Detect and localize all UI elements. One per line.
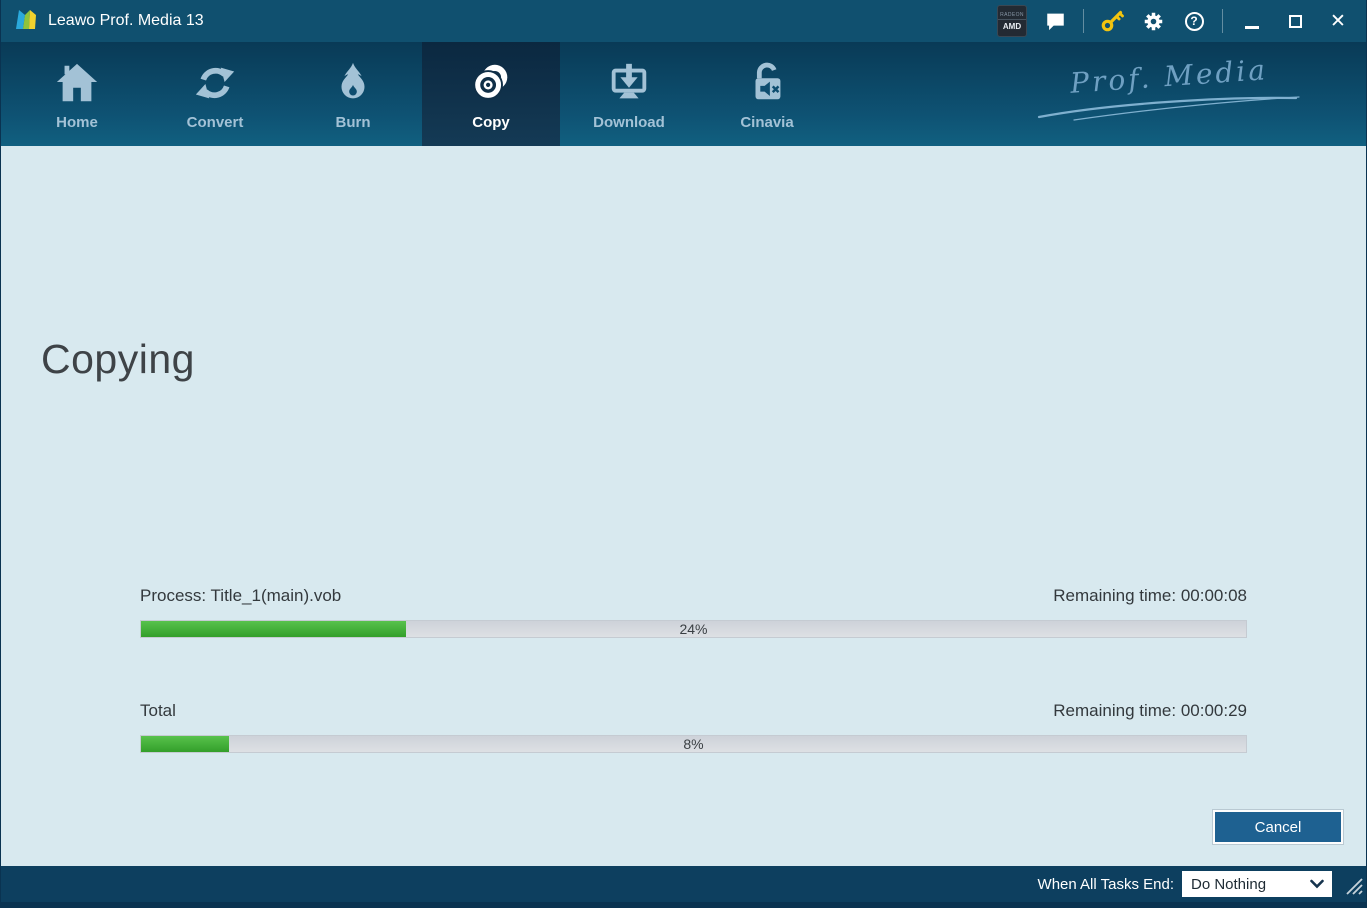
- process-label: Process: Title_1(main).vob: [140, 583, 341, 609]
- maximize-icon: [1289, 15, 1302, 28]
- total-remaining-time: Remaining time: 00:00:29: [1053, 698, 1247, 724]
- leawo-logo-icon: [13, 6, 39, 37]
- feedback-bubble-icon[interactable]: [1042, 8, 1068, 34]
- tab-download[interactable]: Download: [560, 42, 698, 146]
- settings-gear-icon[interactable]: [1140, 8, 1166, 34]
- convert-icon: [192, 58, 238, 108]
- when-tasks-end-select[interactable]: Do Nothing: [1182, 871, 1332, 897]
- titlebar-separator: [1083, 9, 1084, 33]
- tab-label: Burn: [336, 114, 371, 131]
- page-title: Copying: [41, 336, 195, 383]
- app-window: Leawo Prof. Media 13 RADEON AMD: [0, 0, 1367, 908]
- amd-radeon-badge-icon[interactable]: RADEON AMD: [997, 5, 1027, 37]
- tab-home[interactable]: Home: [8, 42, 146, 146]
- total-label: Total: [140, 698, 176, 724]
- process-progress-bar: 24%: [140, 620, 1247, 638]
- total-task: Total Remaining time: 00:00:29 8%: [140, 698, 1247, 753]
- home-icon: [54, 58, 100, 108]
- copy-disc-icon: [468, 58, 514, 108]
- tab-label: Home: [56, 114, 98, 131]
- titlebar: Leawo Prof. Media 13 RADEON AMD: [1, 0, 1366, 42]
- cancel-button[interactable]: Cancel: [1213, 810, 1343, 844]
- tab-label: Download: [593, 114, 665, 131]
- swoosh-underline-icon: [1034, 95, 1304, 121]
- when-tasks-end-label: When All Tasks End:: [1038, 876, 1174, 893]
- total-progress-bar: 8%: [140, 735, 1247, 753]
- chevron-down-icon: [1310, 879, 1324, 889]
- tab-label: Copy: [472, 114, 510, 131]
- download-icon: [606, 58, 652, 108]
- tab-label: Cinavia: [740, 114, 793, 131]
- maximize-button[interactable]: [1281, 8, 1309, 34]
- minimize-button[interactable]: [1238, 8, 1266, 34]
- prof-media-logo: Prof. Media: [1034, 60, 1304, 121]
- total-percent-label: 8%: [141, 736, 1246, 753]
- select-value: Do Nothing: [1191, 876, 1266, 893]
- help-icon[interactable]: ?: [1181, 8, 1207, 34]
- cinavia-lock-icon: [744, 58, 790, 108]
- window-title: Leawo Prof. Media 13: [48, 12, 204, 30]
- process-percent-label: 24%: [141, 621, 1246, 638]
- prof-media-script-text: Prof. Media: [1069, 53, 1269, 100]
- tab-burn[interactable]: Burn: [284, 42, 422, 146]
- nav-tabs: Home Convert Burn: [1, 42, 1366, 146]
- titlebar-separator: [1222, 9, 1223, 33]
- tab-label: Convert: [187, 114, 244, 131]
- close-icon: ✕: [1330, 12, 1346, 31]
- tab-copy[interactable]: Copy: [422, 42, 560, 146]
- footer-bar: When All Tasks End: Do Nothing: [1, 866, 1366, 908]
- register-key-icon[interactable]: [1099, 8, 1125, 34]
- resize-grip[interactable]: [1346, 878, 1363, 895]
- tab-cinavia[interactable]: Cinavia: [698, 42, 836, 146]
- burn-icon: [330, 58, 376, 108]
- process-remaining-time: Remaining time: 00:00:08: [1053, 583, 1247, 609]
- minimize-icon: [1245, 26, 1259, 29]
- process-task: Process: Title_1(main).vob Remaining tim…: [140, 583, 1247, 638]
- tab-convert[interactable]: Convert: [146, 42, 284, 146]
- main-content: Copying Process: Title_1(main).vob Remai…: [1, 146, 1366, 866]
- close-button[interactable]: ✕: [1324, 8, 1352, 34]
